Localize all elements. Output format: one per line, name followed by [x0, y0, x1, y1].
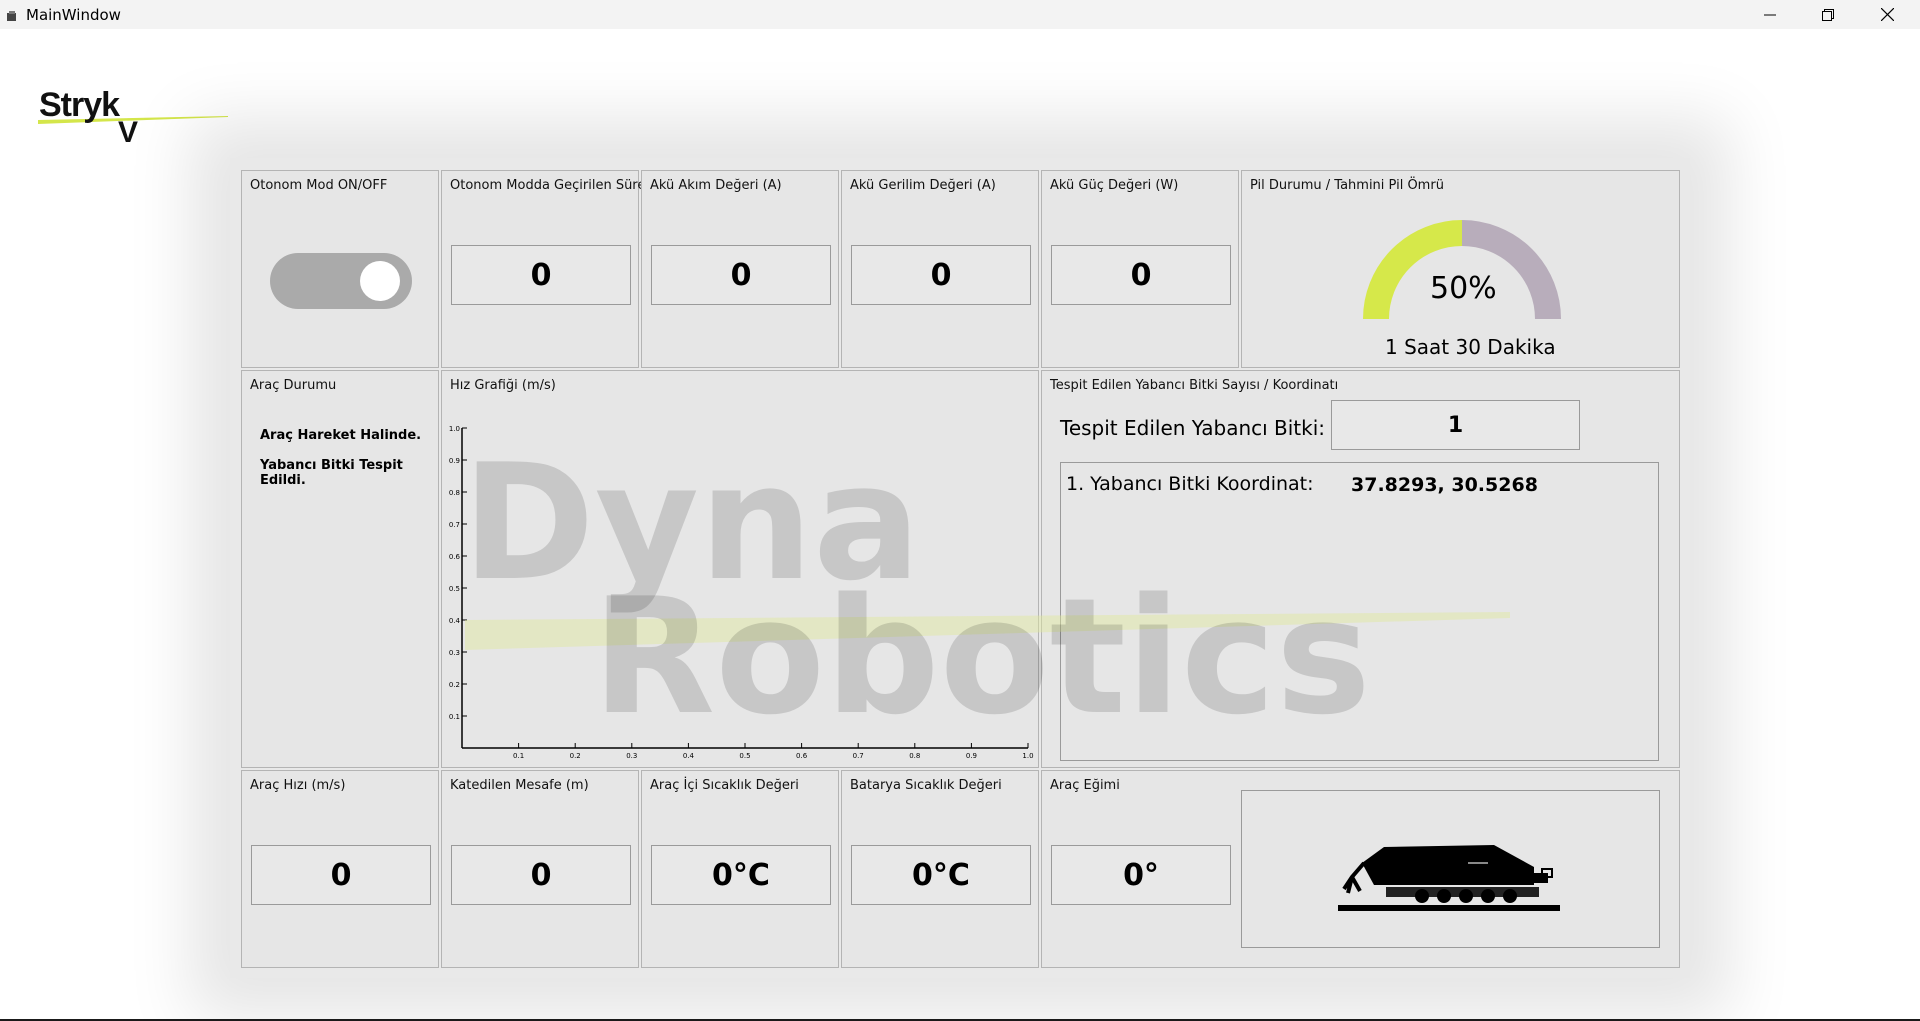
y-tick-label: 0.7: [449, 521, 460, 529]
y-tick-label: 0.4: [449, 617, 461, 625]
panel-title: Akü Gerilim Değeri (A): [850, 178, 996, 193]
tilt-panel: Araç Eğimi 0°: [1041, 770, 1680, 968]
battery-voltage-panel: Akü Gerilim Değeri (A) 0: [841, 170, 1039, 368]
panel-title: Araç Hızı (m/s): [250, 778, 346, 793]
distance-panel: Katedilen Mesafe (m) 0: [441, 770, 639, 968]
panel-title: Otonom Modda Geçirilen Süre: [450, 178, 646, 193]
battery-status-panel: Pil Durumu / Tahmini Pil Ömrü 50% 1 Saat…: [1241, 170, 1680, 368]
minimize-button[interactable]: [1741, 0, 1799, 29]
autonomous-time-value: 0: [451, 245, 631, 305]
x-tick-label: 1.0: [1022, 752, 1033, 760]
panel-title: Araç Durumu: [250, 378, 337, 393]
panel-title: Akü Akım Değeri (A): [650, 178, 782, 193]
battery-current-panel: Akü Akım Değeri (A) 0: [641, 170, 839, 368]
vehicle-status-panel: Araç Durumu Araç Hareket Halinde. Yabanc…: [241, 370, 439, 768]
autonomous-mode-panel: Otonom Mod ON/OFF: [241, 170, 439, 368]
distance-value: 0: [451, 845, 631, 905]
weed-coordinate-label: 1. Yabancı Bitki Koordinat:: [1066, 473, 1314, 495]
weed-coordinates-list[interactable]: 1. Yabancı Bitki Koordinat: 37.8293, 30.…: [1060, 462, 1659, 761]
panel-title: Katedilen Mesafe (m): [450, 778, 589, 793]
panel-title: Otonom Mod ON/OFF: [250, 178, 388, 193]
battery-percent: 50%: [1430, 271, 1497, 306]
weed-coordinate-value: 37.8293, 30.5268: [1351, 474, 1538, 496]
title-bar: MainWindow: [0, 0, 1920, 29]
battery-voltage-value: 0: [851, 245, 1031, 305]
y-tick-label: 0.6: [449, 553, 461, 561]
panel-title: Batarya Sıcaklık Değeri: [850, 778, 1002, 793]
cabin-temp-panel: Araç İçi Sıcaklık Değeri 0°C: [641, 770, 839, 968]
y-tick-label: 0.1: [449, 713, 460, 721]
y-tick-label: 0.2: [449, 681, 460, 689]
y-tick-label: 0.8: [449, 489, 460, 497]
y-tick-label: 0.3: [449, 649, 460, 657]
weed-count-label: Tespit Edilen Yabancı Bitki:: [1060, 416, 1326, 440]
x-tick-label: 0.8: [909, 752, 920, 760]
vehicle-icon: [1338, 845, 1560, 911]
x-tick-label: 0.6: [796, 752, 808, 760]
battery-temp-value: 0°C: [851, 845, 1031, 905]
toggle-knob: [360, 261, 400, 301]
speed-chart: 0.1 0.2 0.3 0.4 0.5 0.6 0.7 0.8 0.9 1.0 0.1 0.2 0.3 0…: [449, 425, 1034, 760]
tilt-value: 0°: [1051, 845, 1231, 905]
close-icon: [1880, 8, 1894, 21]
battery-remaining-time: 1 Saat 30 Dakika: [1385, 335, 1556, 359]
vehicle-speed-panel: Araç Hızı (m/s) 0: [241, 770, 439, 968]
list-item: 1. Yabancı Bitki Koordinat: 37.8293, 30.…: [1066, 473, 1538, 496]
speed-chart-panel: Hız Grafiği (m/s) 0.1 0.2 0.3 0.4 0.5 0.6 0.7 0…: [441, 370, 1039, 768]
restore-button[interactable]: [1799, 0, 1857, 29]
svg-text:Stryk: Stryk: [39, 88, 120, 124]
x-tick-label: 0.9: [966, 752, 977, 760]
vehicle-speed-value: 0: [251, 845, 431, 905]
svg-text:V: V: [118, 116, 138, 148]
x-tick-label: 0.4: [683, 752, 695, 760]
stryk-logo: Stryk V: [38, 88, 228, 148]
y-tick-label: 0.9: [449, 457, 460, 465]
x-tick-label: 0.1: [513, 752, 524, 760]
x-tick-label: 0.5: [739, 752, 750, 760]
vehicle-image-frame: [1241, 790, 1660, 948]
autonomous-mode-toggle[interactable]: [270, 253, 412, 309]
panel-title: Pil Durumu / Tahmini Pil Ömrü: [1250, 178, 1444, 193]
y-tick-label: 0.5: [449, 585, 460, 593]
battery-temp-panel: Batarya Sıcaklık Değeri 0°C: [841, 770, 1039, 968]
restore-icon: [1822, 8, 1834, 21]
x-tick-label: 0.7: [853, 752, 864, 760]
battery-current-value: 0: [651, 245, 831, 305]
panel-title: Tespit Edilen Yabancı Bitki Sayısı / Koo…: [1050, 378, 1339, 393]
weed-detection-panel: Tespit Edilen Yabancı Bitki Sayısı / Koo…: [1041, 370, 1680, 768]
panel-title: Araç Eğimi: [1050, 778, 1120, 793]
x-tick-label: 0.3: [626, 752, 637, 760]
y-tick-label: 1.0: [449, 425, 460, 433]
window-title: MainWindow: [26, 6, 121, 24]
battery-power-panel: Akü Güç Değeri (W) 0: [1041, 170, 1239, 368]
battery-power-value: 0: [1051, 245, 1231, 305]
autonomous-time-panel: Otonom Modda Geçirilen Süre 0: [441, 170, 645, 368]
panel-title: Akü Güç Değeri (W): [1050, 178, 1179, 193]
status-message-weed: Yabancı Bitki Tespit Edildi.: [260, 458, 403, 488]
close-button[interactable]: [1858, 0, 1916, 29]
x-tick-label: 0.2: [570, 752, 581, 760]
weed-count-value: 1: [1331, 400, 1580, 450]
status-message-moving: Araç Hareket Halinde.: [260, 428, 422, 443]
app-icon: [7, 11, 16, 21]
cabin-temp-value: 0°C: [651, 845, 831, 905]
minimize-icon: [1764, 14, 1776, 15]
panel-title: Araç İçi Sıcaklık Değeri: [650, 778, 799, 793]
